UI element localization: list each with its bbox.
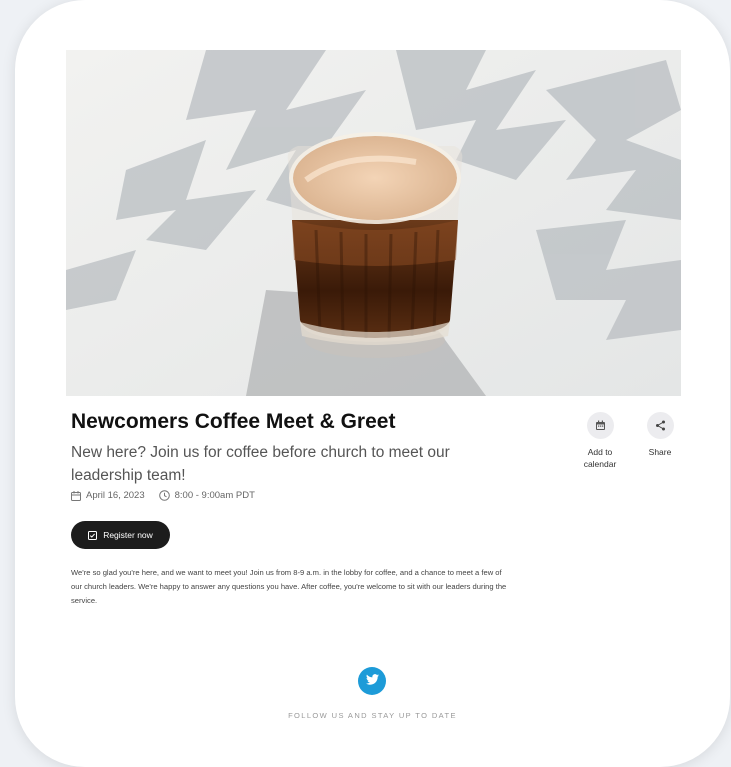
event-subtitle: New here? Join us for coffee before chur… xyxy=(71,444,450,484)
event-time: 8:00 - 9:00am PDT xyxy=(174,490,255,501)
twitter-icon xyxy=(365,672,379,690)
checkbox-calendar-icon xyxy=(88,530,98,540)
event-meta: April 16, 2023 8:00 - 9:00am PDT xyxy=(71,490,255,501)
follow-us-text: FOLLOW US AND STAY UP TO DATE xyxy=(288,711,457,720)
share-label: Share xyxy=(648,447,672,457)
event-date: April 16, 2023 xyxy=(86,490,145,501)
event-hero-image xyxy=(66,50,681,396)
calendar-icon xyxy=(586,412,614,439)
register-now-button[interactable]: Register now xyxy=(71,521,170,549)
register-now-label: Register now xyxy=(103,530,153,540)
clock-icon xyxy=(158,490,170,501)
twitter-link[interactable] xyxy=(358,667,386,695)
event-card: Newcomers Coffee Meet & Greet New here? … xyxy=(15,0,730,767)
calendar-icon xyxy=(71,490,81,501)
event-title: Newcomers Coffee Meet & Greet xyxy=(71,410,396,433)
share-button[interactable]: Share xyxy=(638,412,682,458)
event-description: We're so glad you're here, and we want t… xyxy=(71,568,507,605)
add-to-calendar-button[interactable]: Add to calendar xyxy=(570,412,630,470)
add-to-calendar-label: Add to calendar xyxy=(583,447,617,469)
share-icon xyxy=(646,412,674,439)
